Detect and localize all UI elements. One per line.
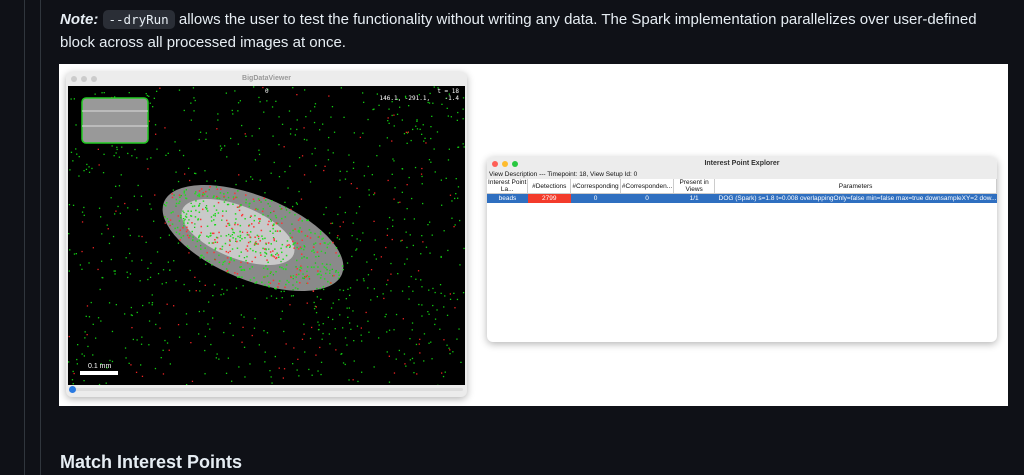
present-in-views-cell[interactable]: 1/1	[673, 193, 715, 203]
mouse-coords: 146.1, -291.1, -1.4	[379, 95, 459, 102]
point-cloud	[68, 86, 465, 386]
window-title: Interest Point Explorer	[704, 160, 780, 167]
note-label: Note:	[60, 11, 99, 28]
time-slider[interactable]	[69, 386, 463, 393]
screenshot-figure: BigDataViewer 0 t = 18 146.1, -291.1, -1…	[59, 64, 1008, 406]
corresponding-cell[interactable]: 0	[570, 193, 621, 203]
viewer-canvas[interactable]: 0 t = 18 146.1, -291.1, -1.4 0.1 mm	[68, 86, 465, 386]
close-button[interactable]	[492, 161, 498, 167]
column-header[interactable]: #Detections	[527, 179, 572, 194]
parameters-cell[interactable]: DOG (Spark) s=1.8 t=0.008 overlappingOnl…	[714, 193, 997, 203]
box-overview-icon	[81, 97, 149, 144]
maximize-button[interactable]	[91, 76, 97, 82]
column-header[interactable]: #Corresponding	[570, 179, 621, 194]
view-description: View Description --- Timepoint: 18, View…	[487, 170, 997, 179]
nesting-rule	[24, 0, 25, 475]
column-header[interactable]: Present in Views	[673, 179, 716, 194]
window-title: BigDataViewer	[242, 75, 291, 82]
nesting-rule	[40, 0, 41, 475]
dryrun-code: --dryRun	[102, 10, 175, 29]
maximize-button[interactable]	[512, 161, 518, 167]
correspondences-cell[interactable]: 0	[620, 193, 674, 203]
scale-bar-label: 0.1 mm	[88, 363, 112, 370]
minimize-button[interactable]	[502, 161, 508, 167]
detections-cell[interactable]: 2799	[527, 193, 571, 203]
note-paragraph: Note: --dryRun allows the user to test t…	[60, 8, 1010, 54]
bigdataviewer-window: BigDataViewer 0 t = 18 146.1, -291.1, -1…	[66, 72, 467, 397]
timepoint-label: t = 18	[437, 88, 459, 95]
column-header[interactable]: Interest Point La...	[487, 179, 529, 194]
time-slider-handle[interactable]	[69, 386, 76, 393]
interest-point-table: Interest Point La... #Detections #Corres…	[487, 179, 997, 203]
scale-bar	[80, 371, 118, 375]
close-button[interactable]	[71, 76, 77, 82]
source-index: 0	[265, 88, 269, 95]
minimize-button[interactable]	[81, 76, 87, 82]
column-header[interactable]: #Corresponden...	[620, 179, 675, 194]
column-header[interactable]: Parameters	[714, 179, 997, 194]
interest-point-explorer-window: Interest Point Explorer View Description…	[487, 157, 997, 342]
section-heading: Match Interest Points	[60, 452, 243, 472]
table-row[interactable]: beads 2799 0 0 1/1 DOG (Spark) s=1.8 t=0…	[487, 193, 997, 203]
label-cell[interactable]: beads	[487, 193, 528, 203]
note-text: allows the user to test the functionalit…	[60, 11, 977, 51]
